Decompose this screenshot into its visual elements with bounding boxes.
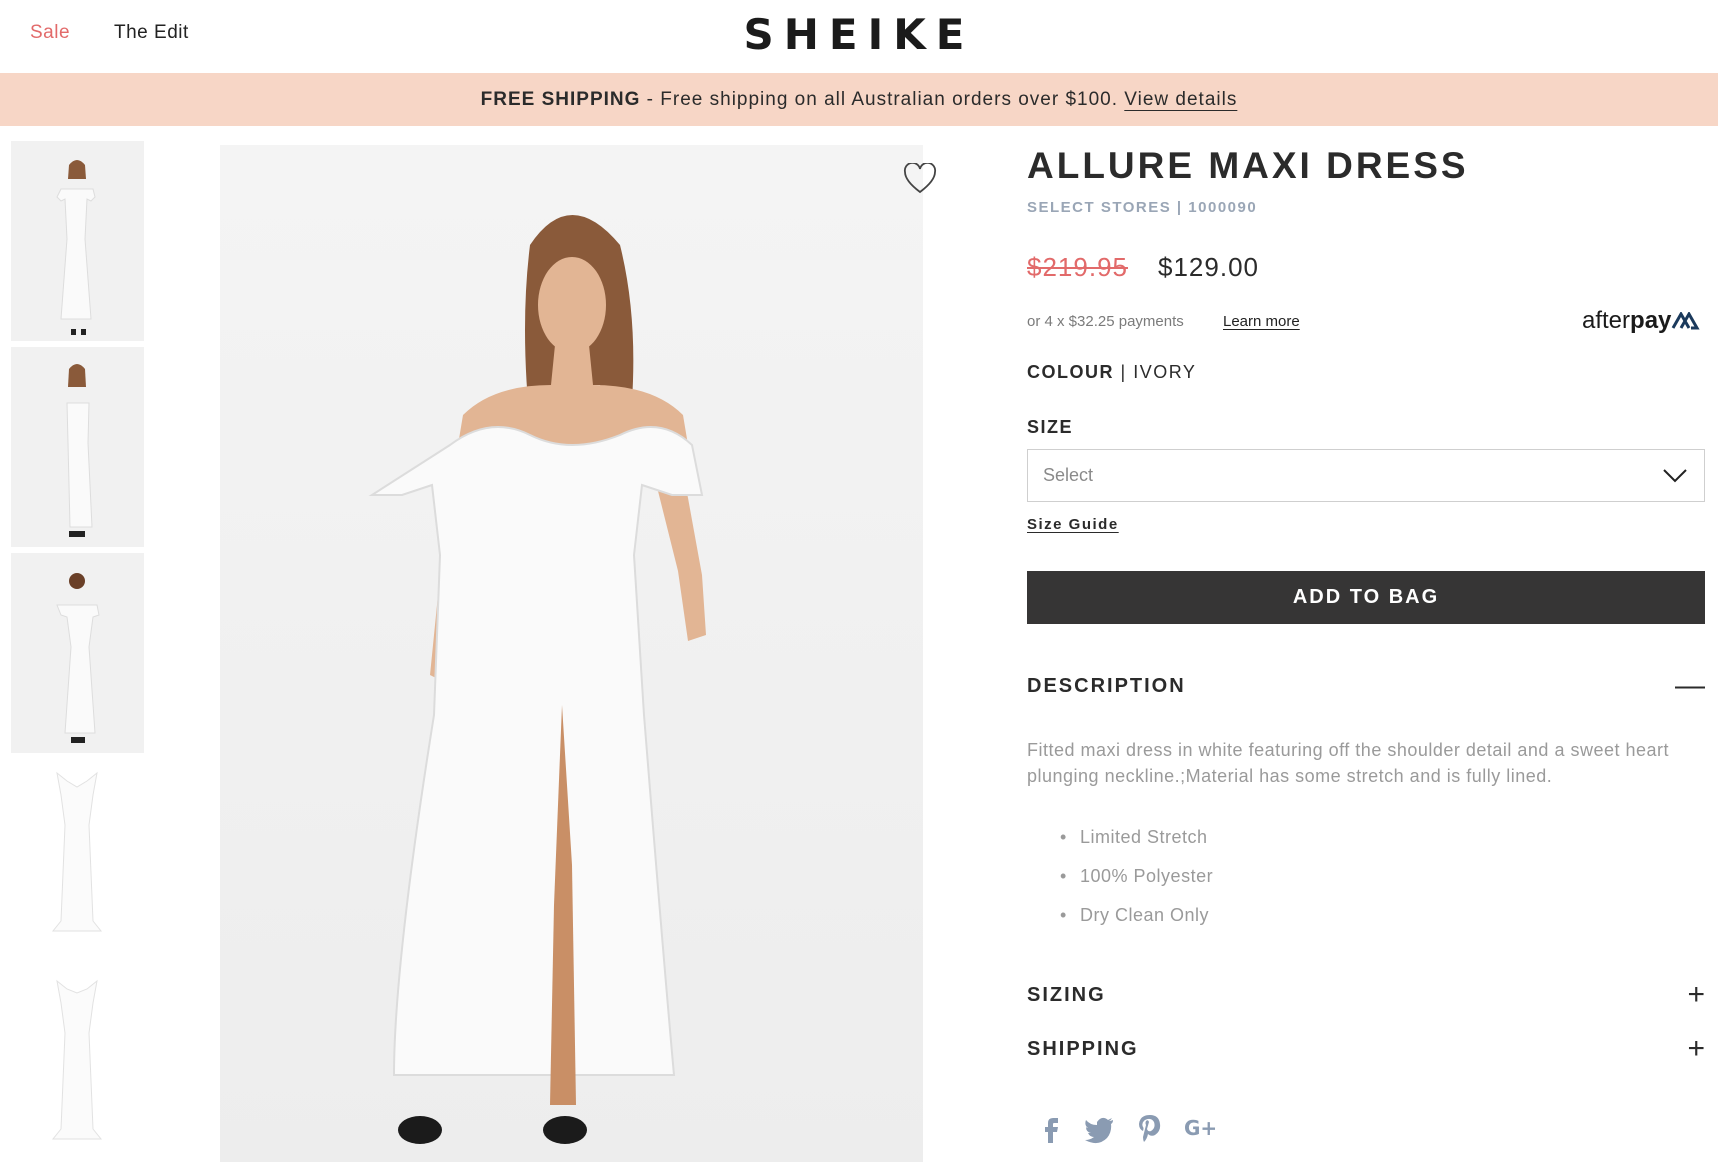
model-wearing-dress-illustration	[368, 215, 706, 1144]
facebook-icon[interactable]	[1034, 1110, 1068, 1144]
twitter-icon[interactable]	[1083, 1110, 1117, 1144]
social-share: G+	[1034, 1110, 1227, 1150]
banner-text: - Free shipping on all Australian orders…	[640, 89, 1125, 110]
svg-text:G+: G+	[1184, 1116, 1216, 1140]
sku-number: 1000090	[1188, 199, 1258, 216]
add-to-bag-button[interactable]: ADD TO BAG	[1027, 571, 1705, 624]
thumbnail-side[interactable]	[11, 347, 144, 547]
description-title: DESCRIPTION	[1027, 675, 1186, 697]
chevron-down-icon	[1663, 469, 1687, 483]
thumbnail-front[interactable]	[11, 141, 144, 341]
colour-separator: |	[1114, 362, 1134, 382]
availability-text: SELECT STORES	[1027, 199, 1172, 216]
collapse-icon: —	[1675, 669, 1705, 702]
expand-icon: +	[1687, 978, 1705, 1011]
size-select-placeholder: Select	[1043, 465, 1094, 485]
thumbnail-flat-front[interactable]	[11, 759, 144, 959]
colour-value: IVORY	[1133, 362, 1197, 382]
price-original: $219.95	[1027, 252, 1128, 282]
shipping-banner: FREE SHIPPING - Free shipping on all Aus…	[0, 73, 1718, 126]
heart-outline-icon[interactable]	[903, 163, 937, 195]
site-header: Sale The Edit SHEIKE	[0, 0, 1718, 73]
shipping-title: SHIPPING	[1027, 1038, 1139, 1060]
view-details-link[interactable]: View details	[1124, 89, 1237, 110]
description-bullets: Limited Stretch 100% Polyester Dry Clean…	[1060, 824, 1213, 941]
bullet-item: Dry Clean Only	[1060, 902, 1213, 941]
sizing-title: SIZING	[1027, 984, 1106, 1006]
description-text: Fitted maxi dress in white featuring off…	[1027, 740, 1670, 786]
banner-bold: FREE SHIPPING	[480, 89, 641, 110]
afterpay-arrows-icon	[1672, 310, 1700, 330]
afterpay-learn-more-link[interactable]: Learn more	[1223, 313, 1300, 330]
bullet-item: 100% Polyester	[1060, 863, 1213, 902]
product-availability: SELECT STORES | 1000090	[1027, 199, 1257, 216]
accordion-sizing[interactable]: SIZING +	[1027, 980, 1705, 1012]
accordion-description[interactable]: DESCRIPTION —	[1027, 671, 1705, 703]
afterpay-installments: or 4 x $32.25 payments	[1027, 313, 1184, 330]
afterpay-logo-part1: after	[1582, 307, 1631, 334]
site-logo[interactable]: SHEIKE	[0, 10, 1718, 59]
size-label: SIZE	[1027, 417, 1074, 437]
price-sale: $129.00	[1158, 252, 1259, 282]
accordion-shipping[interactable]: SHIPPING +	[1027, 1034, 1705, 1066]
sku-separator: |	[1171, 199, 1189, 216]
afterpay-logo-part2: pay	[1630, 307, 1672, 334]
expand-icon: +	[1687, 1032, 1705, 1065]
colour-label: COLOUR	[1027, 362, 1114, 382]
google-plus-icon[interactable]: G+	[1182, 1110, 1217, 1144]
size-guide-link[interactable]: Size Guide	[1027, 516, 1119, 533]
product-title: ALLURE MAXI DRESS	[1027, 145, 1469, 186]
pinterest-icon[interactable]	[1133, 1110, 1167, 1144]
colour-line: COLOUR | IVORY	[1027, 362, 1196, 383]
thumbnail-flat-back[interactable]	[11, 965, 144, 1162]
size-select-dropdown[interactable]: Select	[1027, 449, 1705, 502]
thumbnail-back[interactable]	[11, 553, 144, 753]
main-product-image[interactable]	[220, 145, 923, 1162]
afterpay-logo: afterpay	[1582, 307, 1701, 335]
bullet-item: Limited Stretch	[1060, 824, 1213, 863]
